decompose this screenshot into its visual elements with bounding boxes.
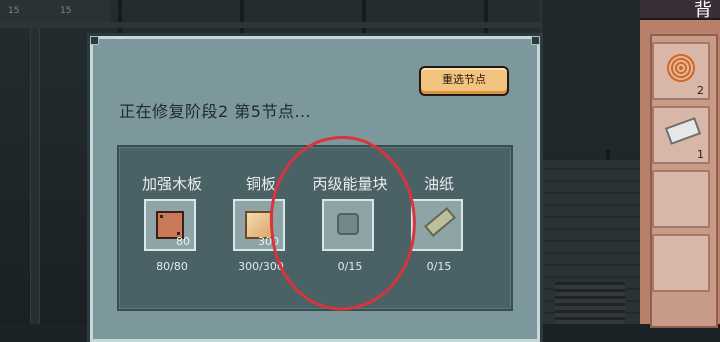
- background-block: [540, 0, 642, 150]
- inventory-header-glyph: 背: [694, 0, 712, 21]
- background-rail: [30, 28, 40, 324]
- hud-value: 15: [60, 6, 72, 16]
- material-name: 加强木板: [141, 175, 202, 193]
- material-slot[interactable]: [411, 199, 463, 251]
- inventory-count: 1: [697, 148, 704, 161]
- corner-rivet: [531, 36, 540, 45]
- inventory-panel: 2 1: [640, 20, 720, 328]
- inventory-header: 背: [640, 0, 720, 21]
- inventory-slot[interactable]: [652, 234, 710, 292]
- reselect-node-button[interactable]: 重选节点: [419, 66, 509, 96]
- hud-top-bar: 15 15: [0, 0, 110, 24]
- inventory-slot[interactable]: [652, 170, 710, 228]
- inventory-slot[interactable]: 1: [652, 106, 710, 164]
- material-slot[interactable]: 80: [144, 199, 196, 251]
- slot-count: 80: [176, 235, 190, 248]
- inventory-slot[interactable]: 2: [652, 42, 710, 100]
- corner-rivet: [90, 36, 99, 45]
- hud-value: 15: [8, 6, 20, 16]
- inventory-count: 2: [697, 84, 704, 97]
- repair-status-text: 正在修复阶段2 第5节点...: [119, 102, 312, 121]
- material-progress: 80/80: [156, 260, 188, 273]
- metal-scrap-icon: [664, 117, 702, 145]
- background-grate: [555, 282, 625, 324]
- oil-paper-icon: [424, 206, 456, 238]
- copper-coil-icon: [666, 53, 696, 83]
